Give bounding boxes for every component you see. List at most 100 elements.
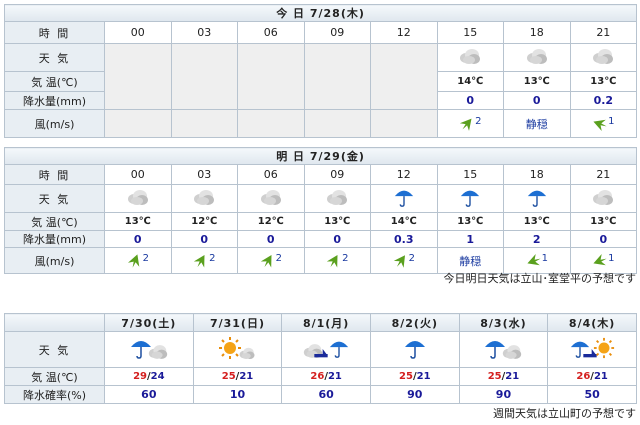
temp-label: 気 温(℃) xyxy=(4,367,105,386)
temp-high: 29 xyxy=(133,371,147,382)
wind-cell: 1 xyxy=(569,109,638,138)
wind-cell: 2 xyxy=(170,247,238,274)
rain-value: 0 xyxy=(436,91,504,110)
temp-low: 21 xyxy=(593,371,608,382)
weekly-header-blank xyxy=(4,313,105,332)
time-label: 時 間 xyxy=(4,164,105,185)
weather-label: 天 気 xyxy=(4,184,105,213)
cloudy-icon xyxy=(569,43,638,72)
empty-cell xyxy=(237,109,305,138)
temp-low: 24 xyxy=(150,371,165,382)
temp-low: 21 xyxy=(505,371,520,382)
temp-value: 12℃ xyxy=(237,212,305,231)
temp-range: 25/21 xyxy=(458,367,549,386)
wind-label: 風(m/s) xyxy=(4,109,105,138)
rain-value: 0 xyxy=(503,91,571,110)
hour-cell: 00 xyxy=(104,164,172,185)
temp-label: 気 温(℃) xyxy=(4,71,105,92)
hour-cell: 00 xyxy=(104,21,172,44)
cloudy-icon xyxy=(170,184,238,213)
day-header: 8/1(月) xyxy=(281,313,371,332)
wind-cell: 2 xyxy=(104,247,172,274)
cloudy-thunder-rain-icon xyxy=(281,331,371,368)
temp-value: 13℃ xyxy=(503,71,571,92)
cloudy-icon xyxy=(303,184,371,213)
temp-low: 21 xyxy=(416,371,431,382)
temp-high: 26 xyxy=(310,371,325,382)
temp-high: 25 xyxy=(487,371,502,382)
temp-high: 25 xyxy=(221,371,236,382)
sunny-then-cloudy-icon xyxy=(192,331,283,368)
hour-cell: 18 xyxy=(503,21,571,44)
cloudy-icon xyxy=(569,184,638,213)
pop-value: 90 xyxy=(458,385,549,404)
rain-label: 降水量(mm) xyxy=(4,91,105,110)
temp-value: 14℃ xyxy=(436,71,504,92)
today-tomorrow-note: 今日明日天気は立山･室堂平の予想です xyxy=(443,272,637,285)
hour-cell: 06 xyxy=(237,164,305,185)
hour-cell: 21 xyxy=(569,164,638,185)
temp-low: 21 xyxy=(239,371,254,382)
hour-cell: 21 xyxy=(569,21,638,44)
rain-value: 0 xyxy=(104,230,172,248)
day-header: 8/4(木) xyxy=(547,313,637,332)
hour-cell: 09 xyxy=(303,164,371,185)
pop-value: 90 xyxy=(369,385,460,404)
hour-cell: 06 xyxy=(237,21,305,44)
rain-value: 2 xyxy=(503,230,571,248)
today-forecast-table: 今 日 7/28(木) 時 間 00 03 06 09 12 15 18 21 … xyxy=(3,4,638,138)
temp-range: 26/21 xyxy=(281,367,371,386)
rain-icon xyxy=(369,331,460,368)
wind-cell: 2 xyxy=(370,247,438,274)
temp-value: 13℃ xyxy=(436,212,504,231)
wind-cell: 2 xyxy=(237,247,305,274)
empty-cell xyxy=(370,109,438,138)
temp-range: 29/24 xyxy=(104,367,194,386)
hour-cell: 18 xyxy=(503,164,571,185)
wind-label: 風(m/s) xyxy=(4,247,105,274)
rain-value: 0 xyxy=(569,230,638,248)
empty-cell xyxy=(237,43,305,110)
rain-value: 1 xyxy=(436,230,504,248)
day-header: 8/2(火) xyxy=(369,313,460,332)
empty-cell xyxy=(303,43,371,110)
temp-value: 13℃ xyxy=(569,212,638,231)
today-title: 今 日 7/28(木) xyxy=(3,4,638,22)
tomorrow-title: 明 日 7/29(金) xyxy=(3,147,638,165)
temp-value: 13℃ xyxy=(104,212,172,231)
hour-cell: 15 xyxy=(436,21,504,44)
empty-cell xyxy=(104,43,172,110)
pop-label: 降水確率(%) xyxy=(4,385,105,404)
tomorrow-forecast-table: 明 日 7/29(金) 時 間 00 03 06 09 12 15 18 21 … xyxy=(3,147,638,274)
hour-cell: 15 xyxy=(436,164,504,185)
rain-icon xyxy=(370,184,438,213)
rain-value: 0 xyxy=(303,230,371,248)
cloudy-icon xyxy=(436,43,504,72)
hour-cell: 03 xyxy=(170,21,238,44)
pop-value: 60 xyxy=(104,385,194,404)
temp-high: 25 xyxy=(399,371,413,382)
temp-value: 12℃ xyxy=(170,212,238,231)
hour-cell: 09 xyxy=(303,21,371,44)
rain-value: 0.3 xyxy=(370,230,438,248)
temp-range: 26/21 xyxy=(547,367,637,386)
empty-cell xyxy=(170,43,238,110)
day-header: 7/31(日) xyxy=(192,313,283,332)
weather-label: 天 気 xyxy=(4,43,105,72)
cloudy-icon xyxy=(237,184,305,213)
temp-high: 26 xyxy=(576,371,591,382)
pop-value: 60 xyxy=(281,385,371,404)
rain-then-cloudy-icon xyxy=(458,331,549,368)
temp-low: 21 xyxy=(327,371,342,382)
weekly-note: 週間天気は立山町の予想です xyxy=(493,407,636,420)
empty-cell xyxy=(104,109,172,138)
weather-label: 天 気 xyxy=(4,331,105,368)
temp-range: 25/21 xyxy=(369,367,460,386)
rain-icon xyxy=(436,184,504,213)
rain-value: 0 xyxy=(170,230,238,248)
hour-cell: 12 xyxy=(370,164,438,185)
wind-cell: 2 xyxy=(436,109,504,138)
cloudy-icon xyxy=(104,184,172,213)
time-label: 時 間 xyxy=(4,21,105,44)
day-header: 8/3(水) xyxy=(458,313,549,332)
